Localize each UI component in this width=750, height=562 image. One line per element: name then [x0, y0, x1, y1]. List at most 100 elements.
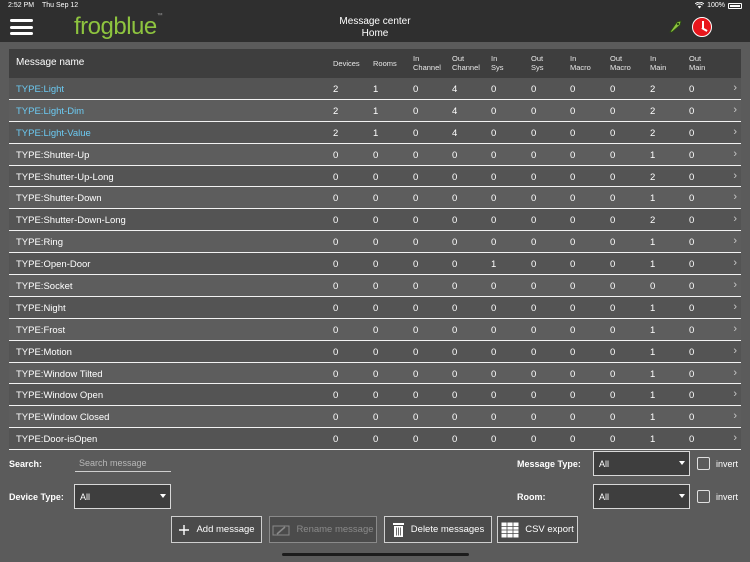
delete-messages-button[interactable]: Delete messages [384, 516, 492, 543]
table-row[interactable]: TYPE:Light-Dim 2 1 0 4 0 0 0 0 2 0 › [9, 99, 741, 122]
chevron-right-icon[interactable]: › [733, 170, 737, 182]
table-cell: 0 [333, 302, 339, 314]
search-label: Search: [9, 459, 43, 469]
add-message-button[interactable]: Add message [171, 516, 262, 543]
chevron-right-icon[interactable]: › [733, 367, 737, 379]
col-header-in-macro[interactable]: In Macro [570, 54, 591, 72]
chevron-right-icon[interactable]: › [733, 301, 737, 313]
rename-message-button[interactable]: Rename message [269, 516, 377, 543]
table-cell: 0 [531, 368, 537, 380]
table-row[interactable]: TYPE:Shutter-Up-Long 0 0 0 0 0 0 0 0 2 0 › [9, 165, 741, 188]
chevron-right-icon[interactable]: › [733, 257, 737, 269]
col-header-in-sys[interactable]: In Sys [491, 54, 504, 72]
col-header-out-macro[interactable]: Out Macro [610, 54, 631, 72]
table-cell: 0 [689, 281, 695, 293]
chevron-right-icon[interactable]: › [733, 410, 737, 422]
table-cell: 0 [333, 346, 339, 358]
table-cell: 0 [373, 368, 379, 380]
chevron-right-icon[interactable]: › [733, 148, 737, 160]
table-cell: 0 [531, 259, 537, 271]
table-cell: 0 [452, 346, 458, 358]
col-header-devices[interactable]: Devices [333, 59, 360, 68]
table-cell: 0 [610, 237, 616, 249]
table-row[interactable]: TYPE:Night 0 0 0 0 0 0 0 0 1 0 › [9, 296, 741, 319]
table-cell: 0 [333, 368, 339, 380]
table-cell: 0 [373, 324, 379, 336]
table-row[interactable]: TYPE:Window Open 0 0 0 0 0 0 0 0 1 0 › [9, 384, 741, 407]
table-cell: 0 [610, 302, 616, 314]
table-row[interactable]: TYPE:Shutter-Down 0 0 0 0 0 0 0 0 1 0 › [9, 187, 741, 210]
table-row[interactable]: TYPE:Light 2 1 0 4 0 0 0 0 2 0 › [9, 78, 741, 100]
table-row[interactable]: TYPE:Frost 0 0 0 0 0 0 0 0 1 0 › [9, 318, 741, 341]
bug-icon[interactable] [668, 19, 683, 34]
table-cell: 0 [531, 105, 537, 117]
col-header-out-main[interactable]: Out Main [689, 54, 705, 72]
table-row[interactable]: TYPE:Shutter-Up 0 0 0 0 0 0 0 0 1 0 › [9, 143, 741, 166]
chevron-right-icon[interactable]: › [733, 191, 737, 203]
col-header-out-sys[interactable]: Out Sys [531, 54, 544, 72]
chevron-right-icon[interactable]: › [733, 432, 737, 444]
col-header-in-main[interactable]: In Main [650, 54, 666, 72]
table-cell: 0 [531, 324, 537, 336]
table-row[interactable]: TYPE:Window Tilted 0 0 0 0 0 0 0 0 1 0 › [9, 362, 741, 385]
col-header-out-channel[interactable]: Out Channel [452, 54, 480, 72]
table-row[interactable]: TYPE:Ring 0 0 0 0 0 0 0 0 1 0 › [9, 231, 741, 254]
table-cell: 0 [491, 237, 497, 249]
col-header-name[interactable]: Message name [16, 58, 84, 68]
table-cell: 1 [650, 193, 656, 205]
chevron-right-icon[interactable]: › [733, 323, 737, 335]
room-invert-checkbox[interactable] [697, 490, 710, 503]
chevron-right-icon[interactable]: › [733, 126, 737, 138]
chevron-right-icon[interactable]: › [733, 279, 737, 291]
table-cell: 0 [333, 215, 339, 227]
status-time: 2:52 PM [8, 2, 35, 9]
table-row[interactable]: TYPE:Window Closed 0 0 0 0 0 0 0 0 1 0 › [9, 406, 741, 429]
col-header-rooms[interactable]: Rooms [373, 59, 397, 68]
chevron-down-icon [160, 494, 166, 498]
table-cell: 0 [610, 390, 616, 402]
room-select[interactable]: All [593, 484, 690, 509]
table-cell: 0 [452, 171, 458, 183]
csv-export-button[interactable]: CSV export [497, 516, 578, 543]
room-value: All [599, 492, 610, 502]
status-bar: 2:52 PM Thu Sep 12 100% [0, 0, 750, 12]
table-row[interactable]: TYPE:Socket 0 0 0 0 0 0 0 0 0 0 › [9, 275, 741, 297]
chevron-right-icon[interactable]: › [733, 213, 737, 225]
table-cell: 0 [333, 434, 339, 446]
table-body: TYPE:Light 2 1 0 4 0 0 0 0 2 0 › TYPE:Light-Dim 2 1 0 4 0… [9, 78, 741, 451]
clock-icon[interactable] [692, 17, 712, 37]
table-row[interactable]: TYPE:Light-Value 2 1 0 4 0 0 0 0 2 0 › [9, 121, 741, 144]
message-type-select[interactable]: All [593, 451, 690, 476]
device-type-select[interactable]: All [74, 484, 171, 509]
table-cell: 0 [452, 412, 458, 424]
table-cell: 0 [610, 281, 616, 293]
table-row[interactable]: TYPE:Motion 0 0 0 0 0 0 0 0 1 0 › [9, 340, 741, 363]
table-cell: 0 [689, 171, 695, 183]
table-cell: 0 [413, 105, 419, 117]
message-name: TYPE:Ring [16, 237, 63, 249]
chevron-right-icon[interactable]: › [733, 388, 737, 400]
table-cell: 4 [452, 84, 458, 95]
table-row[interactable]: TYPE:Door-isOpen 0 0 0 0 0 0 0 0 1 0 › [9, 428, 741, 451]
table-cell: 0 [491, 127, 497, 139]
chevron-right-icon[interactable]: › [733, 345, 737, 357]
chevron-right-icon[interactable]: › [733, 235, 737, 247]
chevron-right-icon[interactable]: › [733, 104, 737, 116]
search-input[interactable] [75, 455, 171, 472]
table-cell: 2 [333, 127, 339, 139]
table-cell: 0 [491, 434, 497, 446]
table-cell: 2 [650, 171, 656, 183]
table-row[interactable]: TYPE:Open-Door 0 0 0 0 1 0 0 0 1 0 › [9, 253, 741, 276]
table-cell: 0 [531, 346, 537, 358]
table-cell: 2 [650, 127, 656, 139]
table-cell: 0 [413, 259, 419, 271]
table-cell: 2 [333, 84, 339, 95]
table-cell: 0 [689, 346, 695, 358]
table-row[interactable]: TYPE:Shutter-Down-Long 0 0 0 0 0 0 0 0 2 0 › [9, 209, 741, 232]
message-type-invert-checkbox[interactable] [697, 457, 710, 470]
chevron-right-icon[interactable]: › [733, 82, 737, 94]
col-header-in-channel[interactable]: In Channel [413, 54, 441, 72]
table-cell: 0 [413, 237, 419, 249]
table-cell: 0 [333, 149, 339, 161]
table-cell: 0 [452, 259, 458, 271]
